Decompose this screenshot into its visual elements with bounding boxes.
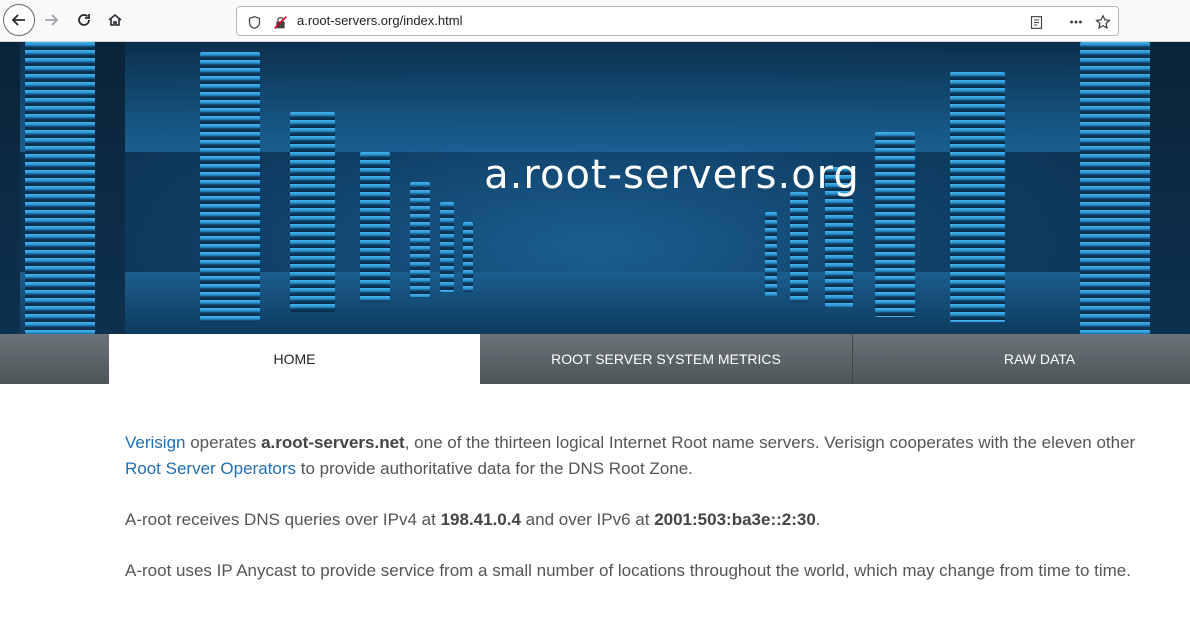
hero-floor (0, 272, 1190, 334)
root-server-operators-link[interactable]: Root Server Operators (125, 459, 296, 478)
reload-icon (78, 14, 90, 26)
url-bar[interactable]: a.root-servers.org/index.html (236, 6, 1119, 36)
shield-icon[interactable] (245, 13, 263, 31)
reader-view-icon[interactable] (1027, 13, 1045, 31)
server-rack (440, 202, 454, 292)
back-button[interactable] (3, 4, 35, 36)
verisign-link[interactable]: Verisign (125, 433, 185, 452)
ip-paragraph: A-root receives DNS queries over IPv4 at… (125, 510, 821, 529)
bookmark-star-icon[interactable] (1094, 13, 1112, 31)
main-nav: HOME ROOT SERVER SYSTEM METRICS RAW DATA (0, 334, 1190, 384)
tab-raw-data[interactable]: RAW DATA (852, 334, 1190, 384)
hero-title: a.root-servers.org (484, 152, 860, 198)
page-actions-icon[interactable] (1067, 13, 1085, 31)
main-content: Verisign operates a.root-servers.net, on… (125, 430, 1175, 609)
reload-button[interactable] (69, 5, 99, 35)
anycast-paragraph: A-root uses IP Anycast to provide servic… (125, 561, 1131, 580)
forward-button[interactable] (36, 5, 66, 35)
server-rack (290, 112, 335, 312)
home-icon (108, 13, 122, 26)
browser-toolbar: a.root-servers.org/index.html (0, 0, 1190, 42)
server-rack (463, 222, 473, 292)
server-rack (790, 192, 808, 302)
home-button[interactable] (100, 5, 130, 35)
hero-ceiling (0, 42, 1190, 152)
insecure-lock-icon[interactable] (271, 13, 289, 31)
arrow-right-icon (45, 14, 59, 26)
server-name: a.root-servers.net (261, 433, 405, 452)
server-rack (765, 212, 777, 297)
url-text[interactable]: a.root-servers.org/index.html (297, 13, 462, 28)
ipv6-address: 2001:503:ba3e::2:30 (654, 510, 816, 529)
tab-root-server-system-metrics[interactable]: ROOT SERVER SYSTEM METRICS (480, 334, 852, 384)
arrow-left-icon (11, 14, 25, 26)
intro-paragraph: Verisign operates a.root-servers.net, on… (125, 433, 1136, 478)
server-rack (410, 182, 430, 297)
tab-home[interactable]: HOME (109, 334, 480, 384)
ipv4-address: 198.41.0.4 (440, 510, 521, 529)
hero-banner: a.root-servers.org (0, 42, 1190, 334)
